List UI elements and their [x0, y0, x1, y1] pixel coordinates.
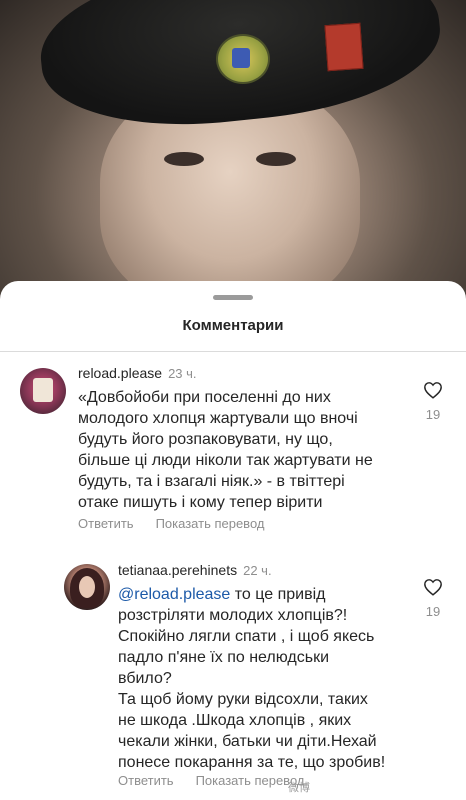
comment-mention-link[interactable]: @reload.please — [118, 586, 230, 603]
comment-text: то це привід розстріляти молодих хлопців… — [118, 586, 386, 771]
like-control[interactable]: 19 — [421, 381, 445, 422]
beret-badge-icon — [216, 34, 270, 84]
comment-text: «Довбойоби при поселенні до них молодого… — [78, 389, 373, 511]
watermark: 微博 — [288, 782, 310, 794]
comment-time: 23 ч. — [168, 366, 197, 381]
reply-button[interactable]: Ответить — [78, 516, 134, 531]
like-control[interactable]: 19 — [421, 578, 445, 619]
title-divider — [0, 351, 466, 352]
eye-left — [164, 152, 204, 166]
avatar[interactable] — [20, 368, 66, 414]
comment-username[interactable]: tetianaa.perehinets — [118, 562, 237, 578]
heart-icon[interactable] — [421, 578, 445, 596]
comment-item: reload.please 23 ч. «Довбойоби при поселе… — [0, 365, 466, 545]
translate-button[interactable]: Показать перевод — [156, 516, 265, 531]
heart-icon[interactable] — [421, 381, 445, 399]
like-count: 19 — [425, 407, 441, 422]
avatar[interactable] — [64, 564, 110, 610]
sheet-drag-handle[interactable] — [213, 295, 253, 300]
reply-button[interactable]: Ответить — [118, 773, 174, 788]
comment-time: 22 ч. — [243, 563, 272, 578]
comment-item: tetianaa.perehinets 22 ч. @reload.please … — [0, 562, 466, 797]
sheet-title: Комментарии — [182, 317, 284, 334]
beret-flag-icon — [324, 22, 364, 72]
comments-sheet: Комментарии reload.please 23 ч. «Довбойоб… — [0, 281, 466, 800]
like-count: 19 — [425, 604, 441, 619]
eye-right — [256, 152, 296, 166]
comment-username[interactable]: reload.please — [78, 365, 162, 381]
post-photo — [0, 0, 466, 300]
